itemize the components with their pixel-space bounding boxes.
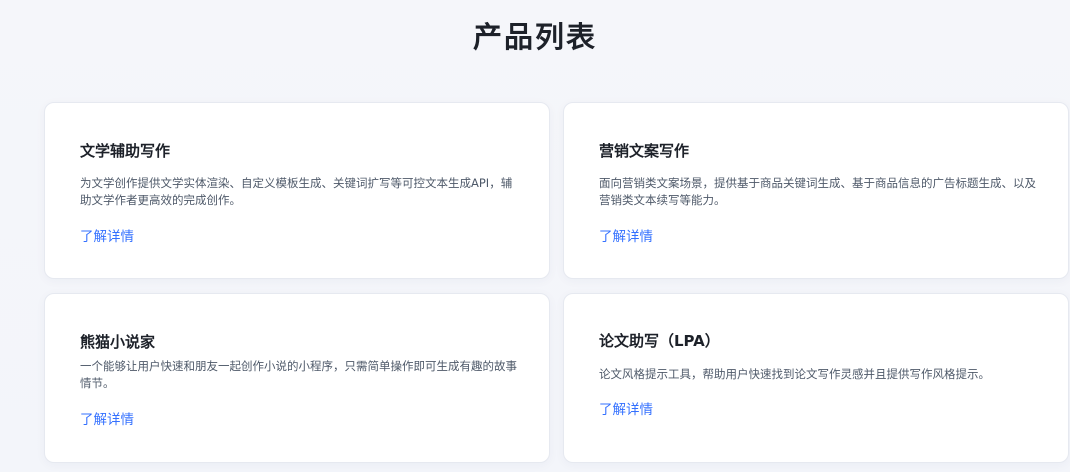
product-card-description: 论文风格提示工具，帮助用户快速找到论文写作灵感并且提供写作风格提示。: [599, 367, 990, 381]
learn-more-link[interactable]: 了解详情: [80, 225, 134, 245]
product-card-title: 文学辅助写作: [80, 142, 171, 160]
learn-more-link[interactable]: 了解详情: [599, 225, 653, 245]
product-card-panda-novelist: 熊猫小说家 一个能够让用户快速和朋友一起创作小说的小程序，只需简单操作即可生成有…: [44, 293, 550, 463]
product-card-title: 营销文案写作: [599, 142, 690, 160]
product-card-paper-writing-assistant: 论文助写（LPA） 论文风格提示工具，帮助用户快速找到论文写作灵感并且提供写作风…: [563, 293, 1069, 463]
product-list-page: 产品列表 文学辅助写作 为文学创作提供文学实体渲染、自定义模板生成、关键词扩写等…: [0, 0, 1070, 472]
product-card-marketing-copy: 营销文案写作 面向营销类文案场景，提供基于商品关键词生成、基于商品信息的广告标题…: [563, 102, 1069, 279]
product-card-title: 熊猫小说家: [80, 333, 156, 351]
product-card-title: 论文助写（LPA）: [599, 332, 720, 350]
product-card-literary-writing: 文学辅助写作 为文学创作提供文学实体渲染、自定义模板生成、关键词扩写等可控文本生…: [44, 102, 550, 279]
learn-more-link[interactable]: 了解详情: [599, 398, 653, 418]
product-card-description: 为文学创作提供文学实体渲染、自定义模板生成、关键词扩写等可控文本生成API，辅助…: [80, 176, 513, 207]
product-card-description: 面向营销类文案场景，提供基于商品关键词生成、基于商品信息的广告标题生成、以及营销…: [599, 176, 1036, 207]
learn-more-link[interactable]: 了解详情: [80, 408, 134, 428]
page-title: 产品列表: [472, 20, 597, 54]
product-card-description: 一个能够让用户快速和朋友一起创作小说的小程序，只需简单操作即可生成有趣的故事情节…: [80, 359, 517, 390]
